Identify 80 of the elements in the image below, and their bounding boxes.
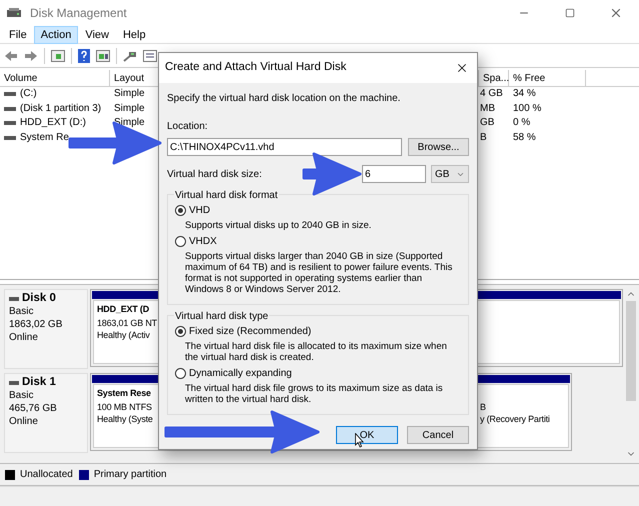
table-cell: Simple: [114, 88, 145, 99]
volume-icon: [4, 136, 16, 140]
close-icon: [609, 6, 623, 20]
column-header[interactable]: Volume: [0, 70, 110, 87]
table-cell: 0 %: [513, 117, 530, 128]
dialog-button[interactable]: OK: [336, 426, 398, 444]
option-description: The virtual hard disk file grows to its maximum size as data is written to the virtual hard disk.: [184, 383, 444, 405]
disk-size: 1863,02 GB: [9, 318, 64, 331]
partition-card[interactable]: B y (Recovery Partiti: [470, 373, 572, 451]
radio-button[interactable]: [175, 236, 186, 247]
back-icon[interactable]: [4, 50, 18, 62]
size-label: Virtual hard disk size:: [167, 168, 262, 182]
partition-info: 1863,01 GB NT: [97, 317, 157, 329]
menu-item[interactable]: View: [78, 26, 116, 44]
window-title: Disk Management: [30, 5, 127, 22]
disk-status: Online: [9, 415, 39, 428]
table-cell-text: HDD_EXT (D:): [20, 116, 86, 130]
table-cell: GB: [480, 117, 494, 128]
option-description: The virtual hard disk file is allocated to its maximum size when the virtual hard disk is created.: [184, 341, 448, 363]
partition-info: y (Recovery Partiti: [480, 413, 550, 425]
radio-button[interactable]: [175, 326, 186, 337]
legend-label: Unallocated: [20, 468, 73, 482]
table-cell: 58 %: [513, 132, 536, 142]
option-description: Supports virtual disks up to 2040 GB in size.: [184, 220, 372, 231]
browse-button[interactable]: Browse...: [408, 138, 469, 156]
dialog-title: Create and Attach Virtual Hard Disk: [165, 60, 346, 76]
table-cell-text: (Disk 1 partition 3): [20, 102, 102, 116]
partition-title: HDD_EXT (D: [97, 304, 150, 314]
option-label: Fixed size (Recommended): [189, 325, 312, 339]
option-label: VHD: [189, 204, 210, 218]
radio-button[interactable]: [175, 205, 186, 216]
list-icon[interactable]: [143, 50, 157, 62]
disk-status: Online: [9, 331, 39, 344]
close-icon: [455, 61, 469, 75]
table-cell: MB: [480, 102, 495, 114]
legend-label: Primary partition: [94, 468, 167, 482]
panel-icon[interactable]: [51, 50, 65, 62]
help-icon[interactable]: [78, 48, 90, 62]
unit-dropdown[interactable]: GB: [431, 165, 469, 183]
disk-type: Basic: [9, 305, 34, 318]
table-cell: B: [480, 132, 487, 142]
table-cell: Simple: [114, 102, 145, 114]
size-field[interactable]: 6: [362, 165, 426, 183]
table-cell-text: System Re: [20, 130, 69, 144]
location-field[interactable]: C:\THINOX4PCv11.vhd: [167, 138, 402, 156]
menu-item[interactable]: File: [2, 26, 34, 44]
location-label: Location:: [167, 120, 209, 134]
drive-icon: [6, 7, 22, 19]
column-header[interactable]: % Free: [509, 70, 586, 87]
column-header[interactable]: Spa...: [479, 70, 509, 87]
dialog-button[interactable]: Cancel: [407, 426, 469, 444]
group-title: Virtual hard disk type: [174, 309, 270, 324]
dialog-description: Specify the virtual hard disk location on the machine.: [167, 92, 402, 106]
table-cell: 4 GB: [480, 88, 503, 99]
option-description: Supports virtual disks larger than 2040 GB in size (Supported maximum of 64 TB) and is resilient to power failure events. This format is not supported in operating systems earlier than Windows 8 or Windows Server 2012.: [184, 251, 454, 295]
volume-icon: [4, 121, 16, 126]
partition-title: System Rese: [97, 388, 151, 398]
disk-name: Disk 0: [22, 292, 56, 305]
menu-item[interactable]: Help: [116, 26, 153, 44]
partition-info: B: [480, 401, 486, 413]
maximize-icon: [565, 8, 575, 18]
volume-icon: [4, 106, 16, 111]
disk-size: 465,76 GB: [9, 402, 58, 415]
volume-icon: [4, 92, 16, 96]
radio-button[interactable]: [175, 368, 186, 379]
forward-icon[interactable]: [24, 50, 38, 62]
menu-item[interactable]: Action: [34, 26, 78, 44]
option-label: VHDX: [189, 235, 217, 249]
disk-type: Basic: [9, 389, 34, 402]
arrow-annotation: [300, 152, 362, 196]
table-cell-text: (C:): [20, 87, 37, 101]
table-cell: 100 %: [513, 102, 542, 114]
table-cell: 34 %: [513, 88, 536, 99]
option-label: Dynamically expanding: [189, 367, 292, 381]
partition-info: Healthy (Syste: [97, 413, 153, 425]
panel-icon[interactable]: [96, 50, 110, 62]
key-icon[interactable]: [123, 50, 137, 62]
partition-info: 100 MB NTFS: [97, 401, 152, 413]
disk-name: Disk 1: [22, 376, 56, 389]
partition-info: Healthy (Activ: [97, 329, 150, 341]
